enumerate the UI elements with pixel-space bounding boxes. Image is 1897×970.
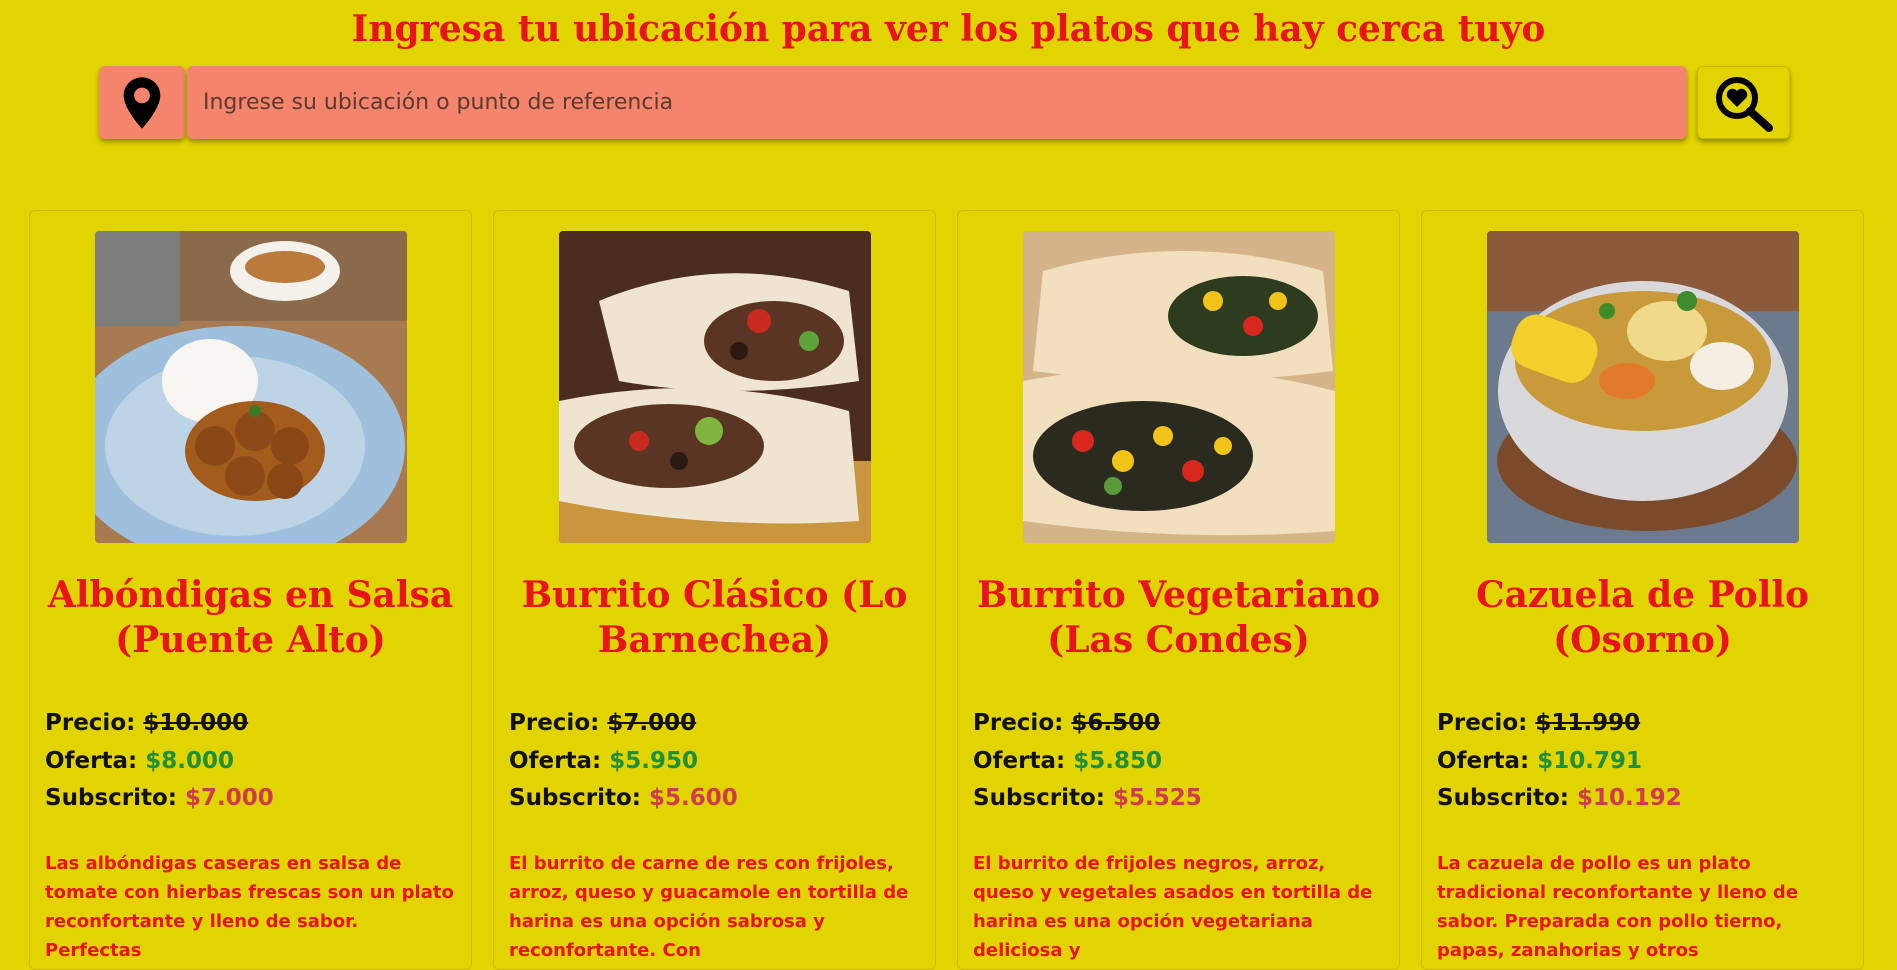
dish-description: Las albóndigas caseras en salsa de tomat… [45,853,454,961]
dish-card[interactable]: Burrito Clásico (Lo Barnechea) Precio: $… [493,210,936,970]
dish-description: La cazuela de pollo es un plato tradicio… [1437,853,1799,961]
subscribed-label: Subscrito: [45,785,177,811]
location-button[interactable] [99,66,185,139]
dish-card[interactable]: Burrito Vegetariano (Las Condes) Precio:… [957,210,1400,970]
subscribed-row: Subscrito: $7.000 [45,784,274,812]
search-button[interactable] [1697,66,1790,139]
subscribed-row: Subscrito: $5.600 [509,784,738,812]
dish-title: Cazuela de Pollo (Osorno) [1475,574,1810,661]
offer-row: Oferta: $5.850 [973,747,1162,775]
offer-label: Oferta: [973,748,1066,774]
offer-row: Oferta: $8.000 [45,747,234,775]
offer-price: $10.791 [1537,748,1642,774]
price-row: Precio: $11.990 [1437,709,1640,737]
dish-card[interactable]: Cazuela de Pollo (Osorno) Precio: $11.99… [1421,210,1864,970]
map-pin-icon [123,76,161,129]
subscribed-row: Subscrito: $10.192 [1437,784,1682,812]
offer-label: Oferta: [45,748,138,774]
dish-title: Burrito Vegetariano (Las Condes) [976,574,1381,661]
price-label: Precio: [509,710,600,736]
subscribed-price: $5.525 [1112,785,1202,811]
price-row: Precio: $7.000 [509,709,696,737]
subscribed-label: Subscrito: [1437,785,1569,811]
offer-row: Oferta: $10.791 [1437,747,1642,775]
dish-card[interactable]: Albóndigas en Salsa (Puente Alto) Precio… [29,210,472,970]
price-label: Precio: [1437,710,1528,736]
offer-label: Oferta: [509,748,602,774]
subscribed-label: Subscrito: [509,785,641,811]
original-price: $11.990 [1535,710,1641,736]
subscribed-price: $5.600 [648,785,738,811]
offer-row: Oferta: $5.950 [509,747,698,775]
dish-description: El burrito de frijoles negros, arroz, qu… [973,853,1373,961]
dish-image[interactable] [1487,231,1799,543]
original-price: $7.000 [607,710,697,736]
price-label: Precio: [45,710,136,736]
original-price: $10.000 [143,710,249,736]
dish-title: Albóndigas en Salsa (Puente Alto) [47,574,454,661]
subscribed-row: Subscrito: $5.525 [973,784,1202,812]
subscribed-price: $7.000 [184,785,274,811]
dish-image[interactable] [95,231,407,543]
price-row: Precio: $6.500 [973,709,1160,737]
original-price: $6.500 [1071,710,1161,736]
offer-price: $5.850 [1073,748,1162,774]
subscribed-label: Subscrito: [973,785,1105,811]
dish-image[interactable] [1023,231,1335,543]
dish-description: El burrito de carne de res con frijoles,… [509,853,909,961]
offer-label: Oferta: [1437,748,1530,774]
price-row: Precio: $10.000 [45,709,248,737]
dish-image[interactable] [559,231,871,543]
subscribed-price: $10.192 [1576,785,1682,811]
offer-price: $8.000 [145,748,234,774]
page-title: Ingresa tu ubicación para ver los platos… [351,8,1546,50]
dish-title: Burrito Clásico (Lo Barnechea) [521,574,908,661]
heart-magnifier-icon [1715,76,1773,132]
price-label: Precio: [973,710,1064,736]
offer-price: $5.950 [609,748,698,774]
location-search-input[interactable] [187,66,1687,139]
